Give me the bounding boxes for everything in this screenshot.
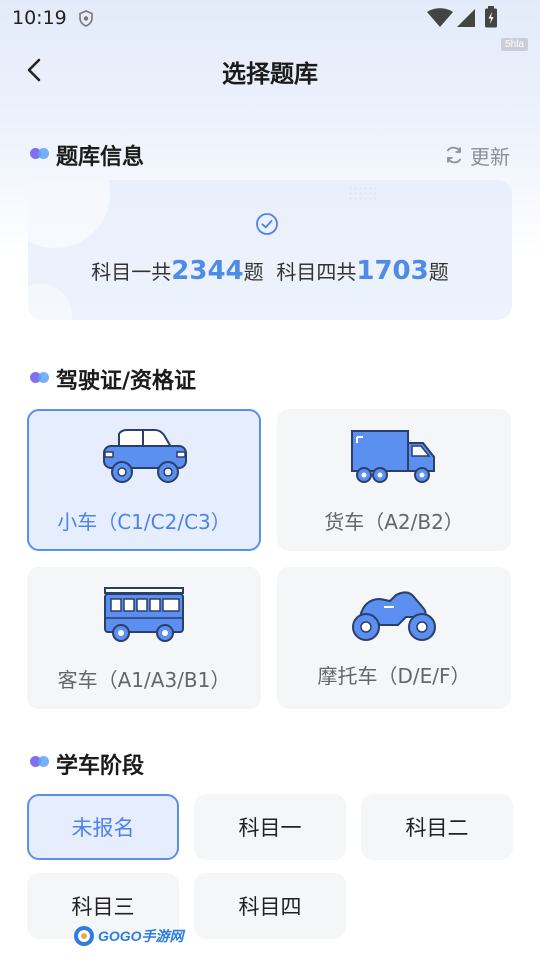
stage-option-subject-two[interactable]: 科目二 [361,794,513,860]
motorcycle-icon [352,591,436,641]
page-title: 选择题库 [222,60,318,88]
license-option-truck[interactable]: 货车（A2/B2） [277,409,511,551]
bus-icon [104,587,184,642]
bank-info-card: 科目一共2344题 科目四共1703题 [28,180,512,320]
license-option-bus[interactable]: 客车（A1/A3/B1） [27,567,261,709]
wifi-icon [427,8,453,27]
section-dot-icon [30,372,50,384]
watermark-badge: 5hla [501,38,528,51]
update-label: 更新 [470,144,510,169]
car-icon [103,429,187,483]
status-bar: 10:19 [0,0,540,36]
section-title-bank-info: 题库信息 [56,145,145,170]
shield-icon [79,10,93,27]
subject1-count: 2344 [171,256,244,286]
license-label: 小车（C1/C2/C3） [57,510,231,534]
section-title-license: 驾驶证/资格证 [56,369,197,394]
license-label: 客车（A1/A3/B1） [57,668,231,692]
license-label: 货车（A2/B2） [324,510,464,534]
stage-option-not-registered[interactable]: 未报名 [27,794,179,860]
license-option-car[interactable]: 小车（C1/C2/C3） [27,409,261,551]
refresh-icon [446,146,462,164]
section-dot-icon [30,148,50,160]
license-option-motorcycle[interactable]: 摩托车（D/E/F） [277,567,511,709]
battery-icon [485,6,497,28]
subject4-count: 1703 [356,256,429,286]
stage-option-subject-one[interactable]: 科目一 [194,794,346,860]
update-button[interactable]: 更新 [444,142,510,169]
status-time: 10:19 [12,7,67,29]
signal-icon [457,9,475,27]
footer-logo-text: GOGO手游网 [98,928,184,944]
bottom-fade [390,890,540,960]
question-count-text: 科目一共2344题 科目四共1703题 [91,256,449,286]
gogo-logo-icon [74,926,94,946]
footer-logo: GOGO手游网 [72,924,184,948]
truck-icon [351,430,435,483]
check-circle-icon [256,213,278,235]
license-label: 摩托车（D/E/F） [317,664,471,688]
stage-option-subject-four[interactable]: 科目四 [194,873,346,939]
section-dot-icon [30,756,50,768]
section-title-stage: 学车阶段 [56,754,145,779]
